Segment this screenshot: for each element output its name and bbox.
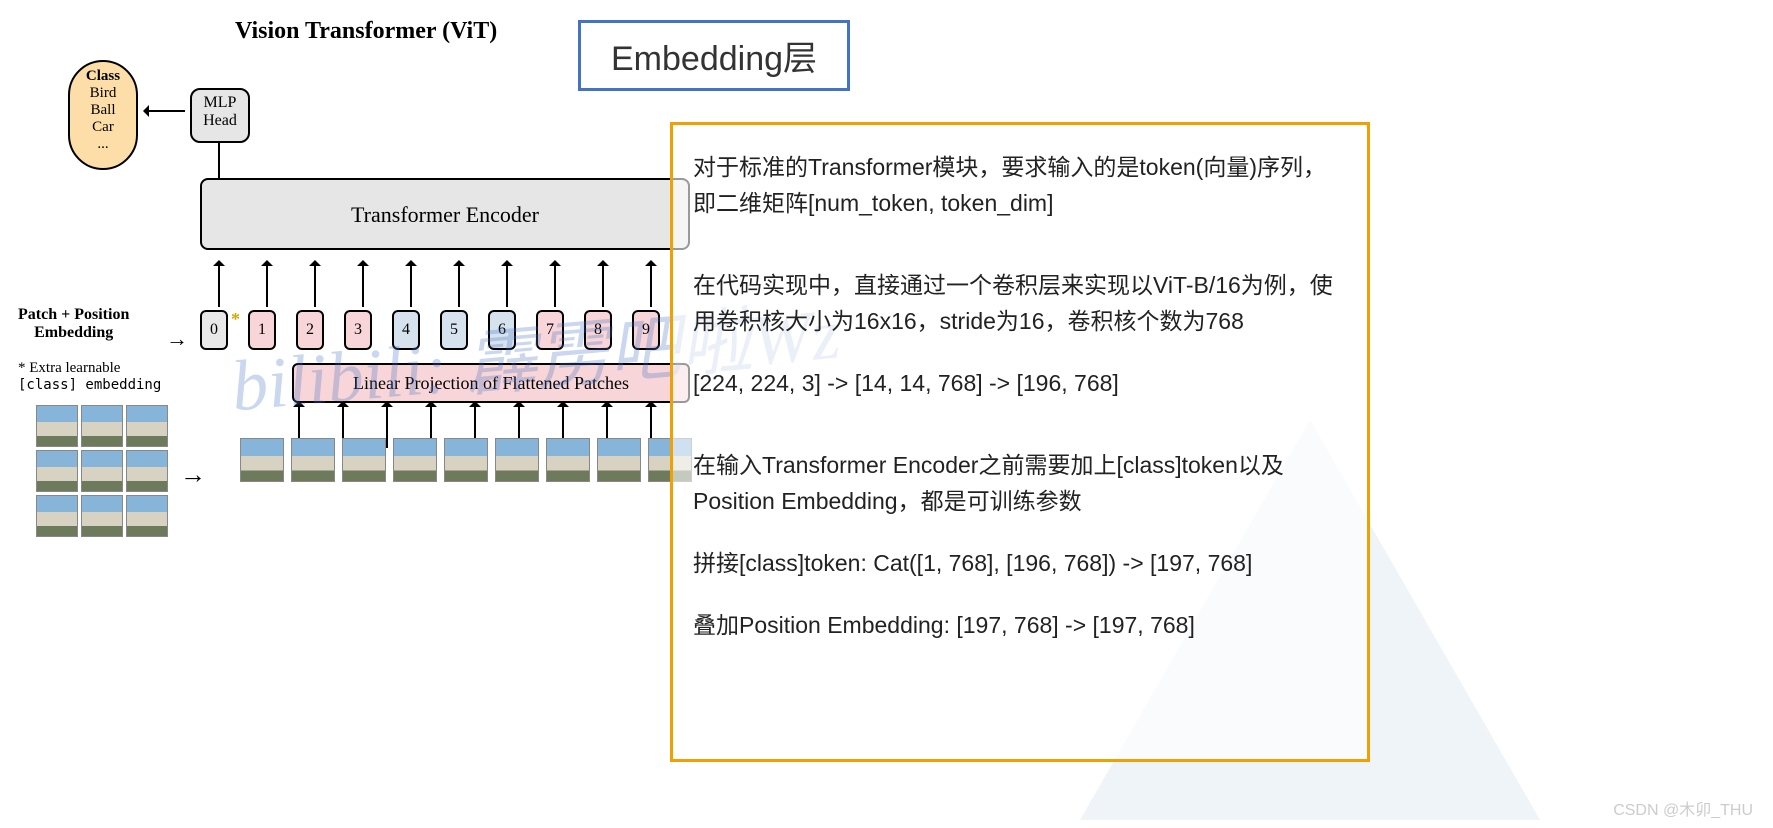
- mlp-l2: Head: [192, 112, 248, 130]
- image-patch: [495, 438, 539, 482]
- explain-p1: 对于标准的Transformer模块，要求输入的是token(向量)序列，即二维…: [693, 149, 1347, 221]
- image-patch: [36, 450, 78, 492]
- class-item: Car: [70, 119, 136, 136]
- patch-token: 3: [344, 310, 372, 350]
- explain-p4: 在输入Transformer Encoder之前需要加上[class]token…: [693, 447, 1347, 519]
- patch-token: 9: [632, 310, 660, 350]
- image-patch: [393, 438, 437, 482]
- mlp-l1: MLP: [192, 94, 248, 112]
- patch-token: 1: [248, 310, 276, 350]
- embedding-heading: Embedding层: [578, 20, 850, 91]
- csdn-watermark: CSDN @木卯_THU: [1613, 796, 1753, 820]
- diagram-title: Vision Transformer (ViT): [235, 18, 497, 45]
- image-patch: [342, 438, 386, 482]
- image-patch: [126, 450, 168, 492]
- image-patch: [81, 495, 123, 537]
- class-output-box: Class Bird Ball Car ...: [68, 60, 138, 170]
- image-patch: [126, 405, 168, 447]
- patch-pos-embedding-label: Patch + Position Embedding: [18, 306, 129, 342]
- explain-p6: 叠加Position Embedding: [197, 768] -> [197…: [693, 607, 1347, 643]
- transformer-encoder-box: Transformer Encoder: [200, 178, 690, 250]
- patch-sequence: [240, 438, 692, 482]
- class-token: 0: [200, 310, 228, 350]
- mlp-head-box: MLP Head: [190, 88, 250, 143]
- image-patch: [597, 438, 641, 482]
- image-patch: [36, 405, 78, 447]
- image-patch: [81, 405, 123, 447]
- encoder-input-arrows: [203, 250, 693, 315]
- footnote-l1: * Extra learnable: [18, 360, 161, 377]
- class-header: Class: [70, 68, 136, 85]
- patch-token: 6: [488, 310, 516, 350]
- image-patch: [444, 438, 488, 482]
- patch-token: 4: [392, 310, 420, 350]
- patch-token: 7: [536, 310, 564, 350]
- image-patch-grid: [36, 405, 168, 537]
- explanation-panel: 对于标准的Transformer模块，要求输入的是token(向量)序列，即二维…: [670, 122, 1370, 762]
- token-row: 0 1 2 3 4 5 6 7 8 9: [200, 310, 660, 350]
- explain-p5: 拼接[class]token: Cat([1, 768], [196, 768]…: [693, 545, 1347, 581]
- star-icon: *: [231, 309, 240, 330]
- class-item: Bird: [70, 85, 136, 102]
- image-patch: [240, 438, 284, 482]
- image-patch: [81, 450, 123, 492]
- image-patch: [291, 438, 335, 482]
- explain-p3: [224, 224, 3] -> [14, 14, 768] -> [196, …: [693, 365, 1347, 401]
- ppe-l1: Patch + Position: [18, 306, 129, 324]
- arrow-icon: →: [166, 326, 188, 352]
- image-patch: [36, 495, 78, 537]
- class-item: Ball: [70, 102, 136, 119]
- patch-token: 5: [440, 310, 468, 350]
- image-patch: [546, 438, 590, 482]
- connector-line: [218, 143, 220, 178]
- image-patch: [126, 495, 168, 537]
- explain-p2: 在代码实现中，直接通过一个卷积层来实现以ViT-B/16为例，使用卷积核大小为1…: [693, 267, 1347, 339]
- class-footnote: * Extra learnable [class] embedding: [18, 360, 161, 393]
- arrow-icon: →: [180, 460, 206, 490]
- class-item: ...: [70, 136, 136, 153]
- arrow-icon: [145, 110, 185, 112]
- projection-input-arrows: [292, 403, 690, 443]
- ppe-l2: Embedding: [18, 324, 129, 342]
- patch-token: 2: [296, 310, 324, 350]
- footnote-l2: [class] embedding: [18, 377, 161, 393]
- patch-token: 8: [584, 310, 612, 350]
- linear-projection-box: Linear Projection of Flattened Patches: [292, 363, 690, 403]
